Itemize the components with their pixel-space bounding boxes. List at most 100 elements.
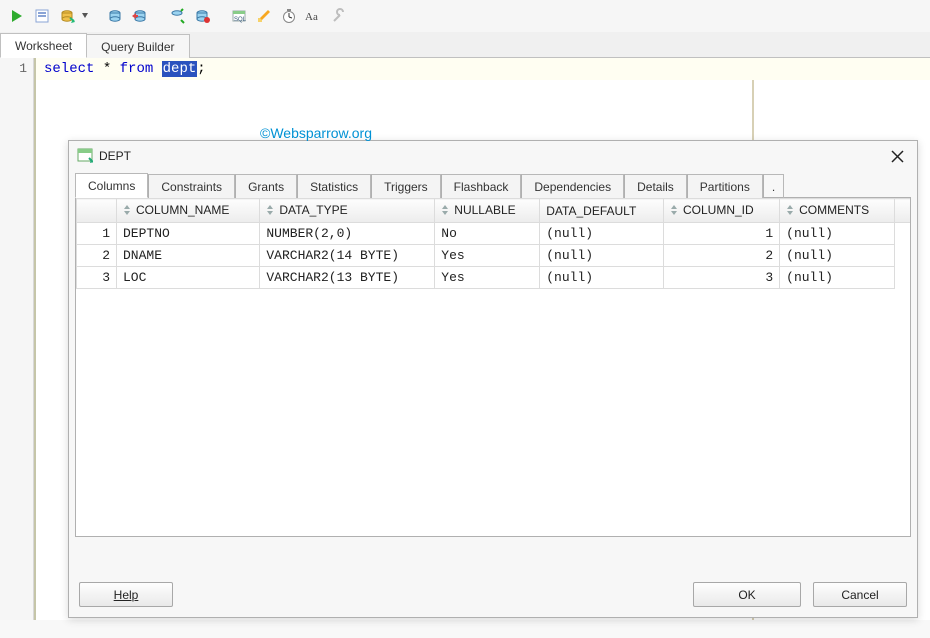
cell-data-default: (null) (540, 267, 664, 289)
sql-keyword-select: select (44, 61, 94, 77)
toolbar-separator (158, 6, 159, 26)
sort-icon (786, 204, 796, 218)
commit-icon[interactable] (104, 5, 126, 27)
cell-spacer (895, 245, 910, 267)
save-icon[interactable] (191, 5, 213, 27)
col-header-data-type[interactable]: DATA_TYPE (260, 199, 435, 223)
tab-worksheet[interactable]: Worksheet (0, 33, 87, 58)
sql-identifier-selected: dept (162, 61, 198, 77)
dialog-titlebar: DEPT (69, 141, 917, 171)
cell-column-name: LOC (117, 267, 260, 289)
tab-grants[interactable]: Grants (235, 174, 297, 198)
table-describe-dialog: DEPT Columns Constraints Grants Statisti… (68, 140, 918, 618)
columns-grid: COLUMN_NAME DATA_TYPE NULLABLE DATA_DEFA… (75, 197, 911, 537)
tab-constraints[interactable]: Constraints (148, 174, 235, 198)
cell-comments: (null) (780, 245, 895, 267)
cell-rownum: 1 (77, 223, 117, 245)
table-row[interactable]: 2 DNAME VARCHAR2(14 BYTE) Yes (null) 2 (… (77, 245, 911, 267)
col-header-rownum[interactable] (77, 199, 117, 223)
cell-column-name: DNAME (117, 245, 260, 267)
editor-line: 1 select * from dept; (0, 58, 930, 80)
toolbar-separator (357, 6, 358, 26)
cell-data-default: (null) (540, 245, 664, 267)
dialog-title: DEPT (99, 149, 131, 163)
cell-column-name: DEPTNO (117, 223, 260, 245)
dialog-footer: Help OK Cancel (79, 582, 907, 607)
main-toolbar: SQL Aa (0, 0, 930, 32)
table-icon (77, 147, 93, 166)
cell-data-default: (null) (540, 223, 664, 245)
col-header-column-name[interactable]: COLUMN_NAME (117, 199, 260, 223)
tab-columns[interactable]: Columns (75, 173, 148, 198)
col-label: COMMENTS (799, 203, 869, 217)
sql-semicolon: ; (197, 61, 205, 77)
cell-column-id: 2 (664, 245, 780, 267)
col-header-spacer (895, 199, 910, 223)
cancel-button[interactable]: Cancel (813, 582, 907, 607)
cell-data-type: VARCHAR2(13 BYTE) (260, 267, 435, 289)
col-header-column-id[interactable]: COLUMN_ID (664, 199, 780, 223)
undo-sql-icon[interactable] (129, 5, 151, 27)
dialog-tabs: Columns Constraints Grants Statistics Tr… (69, 171, 917, 197)
cell-nullable: No (435, 223, 540, 245)
columns-table: COLUMN_NAME DATA_TYPE NULLABLE DATA_DEFA… (76, 198, 910, 289)
col-label: DATA_DEFAULT (546, 204, 636, 218)
edit-pencil-icon[interactable] (253, 5, 275, 27)
cell-column-id: 1 (664, 223, 780, 245)
tab-query-builder[interactable]: Query Builder (86, 34, 189, 58)
cell-data-type: NUMBER(2,0) (260, 223, 435, 245)
cell-column-id: 3 (664, 267, 780, 289)
col-label: COLUMN_ID (683, 203, 754, 217)
run-icon[interactable] (6, 5, 28, 27)
tab-partitions[interactable]: Partitions (687, 174, 763, 198)
rollback-icon[interactable] (166, 5, 188, 27)
toolbar-dropdown-caret[interactable] (81, 13, 89, 19)
tools-icon[interactable] (328, 5, 350, 27)
editor-line-number: 1 (0, 58, 34, 80)
col-label: COLUMN_NAME (136, 203, 229, 217)
sql-sheet-icon[interactable] (31, 5, 53, 27)
tab-flashback[interactable]: Flashback (441, 174, 522, 198)
text-case-icon[interactable]: Aa (303, 5, 325, 27)
help-button[interactable]: Help (79, 582, 173, 607)
cell-rownum: 3 (77, 267, 117, 289)
tab-details[interactable]: Details (624, 174, 687, 198)
sql-star: * (103, 61, 111, 77)
cell-spacer (895, 223, 910, 245)
cell-comments: (null) (780, 267, 895, 289)
tab-more[interactable]: . (763, 174, 784, 198)
cell-data-type: VARCHAR2(14 BYTE) (260, 245, 435, 267)
close-icon[interactable] (885, 144, 909, 168)
cell-spacer (895, 267, 910, 289)
table-row[interactable]: 1 DEPTNO NUMBER(2,0) No (null) 1 (null) (77, 223, 911, 245)
toolbar-separator (96, 6, 97, 26)
sort-icon (266, 204, 276, 218)
ok-button[interactable]: OK (693, 582, 801, 607)
toolbar-separator (220, 6, 221, 26)
cell-nullable: Yes (435, 267, 540, 289)
sql-history-icon[interactable]: SQL (228, 5, 250, 27)
col-header-comments[interactable]: COMMENTS (780, 199, 895, 223)
sort-icon (441, 204, 451, 218)
timer-icon[interactable] (278, 5, 300, 27)
svg-text:Aa: Aa (305, 11, 318, 23)
col-header-data-default[interactable]: DATA_DEFAULT (540, 199, 664, 223)
col-header-nullable[interactable]: NULLABLE (435, 199, 540, 223)
tab-dependencies[interactable]: Dependencies (521, 174, 624, 198)
sort-icon (123, 204, 133, 218)
worksheet-tabs: Worksheet Query Builder (0, 32, 930, 58)
col-label: NULLABLE (454, 203, 515, 217)
export-icon[interactable] (56, 5, 78, 27)
sql-editor[interactable]: select * from dept; (34, 58, 930, 80)
watermark-text: ©Websparrow.org (260, 125, 372, 141)
cell-rownum: 2 (77, 245, 117, 267)
col-label: DATA_TYPE (279, 203, 347, 217)
sort-icon (670, 204, 680, 218)
sql-keyword-from: from (120, 61, 154, 77)
tab-statistics[interactable]: Statistics (297, 174, 371, 198)
tab-triggers[interactable]: Triggers (371, 174, 441, 198)
cell-nullable: Yes (435, 245, 540, 267)
table-row[interactable]: 3 LOC VARCHAR2(13 BYTE) Yes (null) 3 (nu… (77, 267, 911, 289)
cell-comments: (null) (780, 223, 895, 245)
svg-text:SQL: SQL (234, 17, 247, 23)
